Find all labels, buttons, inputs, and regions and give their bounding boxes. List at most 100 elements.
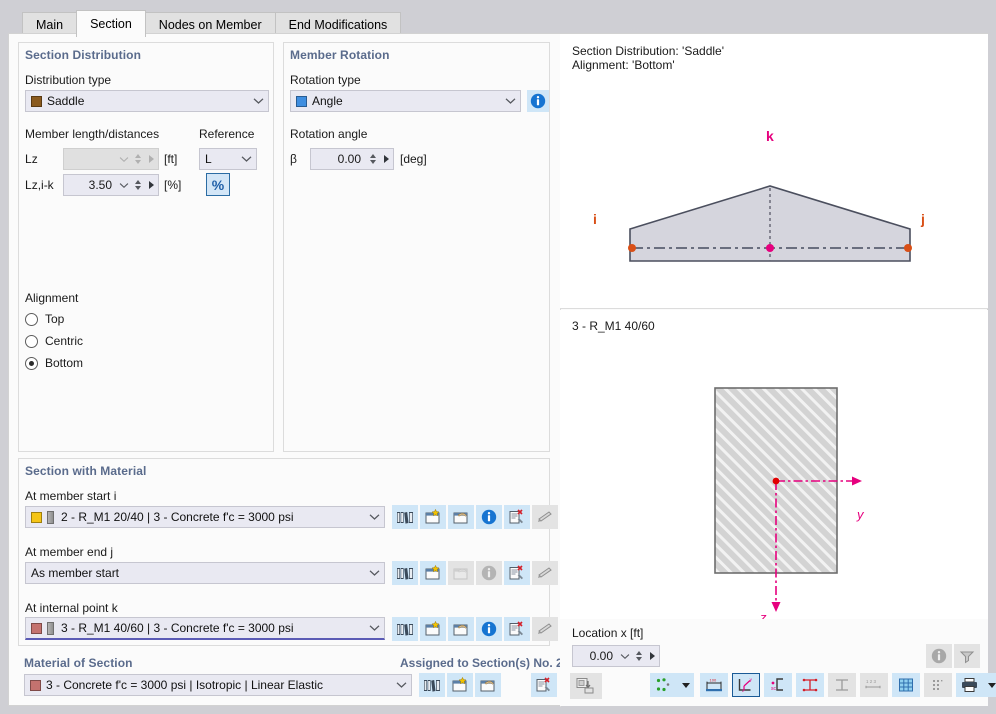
rotation-type-combo[interactable]: Angle: [290, 90, 521, 112]
dimensions-button-group[interactable]: 100: [700, 673, 728, 697]
beta-spin-field[interactable]: 0.00: [310, 148, 394, 170]
lzik-chevron-down-icon[interactable]: [117, 182, 131, 189]
new-material-icon: [452, 677, 467, 692]
tab-section-label: Section: [90, 17, 132, 31]
axis-system-button[interactable]: y z: [732, 673, 760, 697]
lz-chevron-down-icon[interactable]: [117, 156, 131, 163]
section-start-new-button[interactable]: [420, 505, 446, 529]
material-chevron-down-icon: [393, 675, 409, 695]
rotation-type-info-button[interactable]: [527, 90, 549, 112]
section-start-delete-button[interactable]: [504, 505, 530, 529]
grid-button[interactable]: [892, 673, 920, 697]
delete-section-icon: [509, 509, 523, 524]
lzik-unit: [%]: [164, 178, 182, 192]
print-dropdown[interactable]: [984, 673, 996, 697]
shear-center-button-group[interactable]: sc: [764, 673, 792, 697]
section-end-combo[interactable]: As member start: [25, 562, 385, 584]
dimensions-button[interactable]: 100: [700, 673, 728, 697]
section-internal-new-button[interactable]: [420, 617, 446, 641]
node-display-dropdown[interactable]: [678, 673, 694, 697]
alignment-bottom-radio[interactable]: [25, 356, 38, 370]
section-internal-pick-button[interactable]: [532, 617, 558, 641]
section-end-new-button[interactable]: [420, 561, 446, 585]
print-button-group[interactable]: [956, 673, 996, 697]
section-dimensions-button-group[interactable]: [796, 673, 824, 697]
at-member-end-label: At member end j: [25, 545, 114, 559]
reference-combo[interactable]: L: [199, 148, 257, 170]
lzik-label-main: L: [25, 178, 32, 192]
material-of-section-group: Material of Section Assigned to Section(…: [18, 654, 573, 698]
section-end-delete-button[interactable]: [504, 561, 530, 585]
location-x-stepper[interactable]: [632, 651, 645, 661]
material-import-button[interactable]: [475, 673, 501, 697]
node-j-label: j: [921, 211, 925, 227]
mesh-button[interactable]: [924, 673, 952, 697]
location-x-expand-arrow-icon[interactable]: [645, 652, 659, 660]
mesh-button-group[interactable]: [924, 673, 952, 697]
section-start-library-button[interactable]: [392, 505, 418, 529]
alignment-option-centric[interactable]: Centric: [25, 334, 83, 348]
beta-expand-arrow-icon[interactable]: [379, 155, 393, 163]
cross-section-graphic: [714, 387, 862, 612]
grid-button-group[interactable]: [892, 673, 920, 697]
material-new-button[interactable]: [447, 673, 473, 697]
section-internal-combo[interactable]: 3 - R_M1 40/60 | 3 - Concrete f'c = 3000…: [25, 617, 385, 640]
location-x-chevron-down-icon[interactable]: [618, 653, 632, 660]
section-start-pick-button[interactable]: [532, 505, 558, 529]
alignment-option-bottom[interactable]: Bottom: [25, 356, 83, 370]
section-distribution-group: Section Distribution Distribution type S…: [18, 42, 274, 452]
lz-spin-field[interactable]: [63, 148, 159, 170]
percent-toggle-button[interactable]: %: [206, 173, 230, 196]
export-view-button[interactable]: [570, 673, 602, 699]
axis-system-icon: y z: [738, 677, 753, 693]
section-internal-info-button[interactable]: [476, 617, 502, 641]
cross-section-view[interactable]: 3 - R_M1 40/60 y z: [560, 310, 988, 635]
member-elevation-view[interactable]: Section Distribution: 'Saddle' Alignment…: [560, 34, 988, 309]
section-end-library-button[interactable]: [392, 561, 418, 585]
lz-stepper[interactable]: [131, 154, 144, 164]
material-combo[interactable]: 3 - Concrete f'c = 3000 psi | Isotropic …: [24, 674, 412, 696]
distribution-type-combo[interactable]: Saddle: [25, 90, 269, 112]
view-info-button[interactable]: [926, 644, 952, 668]
numbering-button-group[interactable]: 1 2 3: [860, 673, 888, 697]
view-filter-button[interactable]: [954, 644, 980, 668]
numbering-button[interactable]: 1 2 3: [860, 673, 888, 697]
alignment-option-top[interactable]: Top: [25, 312, 64, 326]
print-button[interactable]: [956, 673, 984, 697]
alignment-top-radio[interactable]: [25, 312, 38, 326]
tab-section[interactable]: Section: [76, 10, 146, 37]
shear-center-button[interactable]: sc: [764, 673, 792, 697]
section-end-import-button[interactable]: [448, 561, 474, 585]
grid-icon: [899, 678, 913, 692]
section-internal-delete-button[interactable]: [504, 617, 530, 641]
section-internal-library-button[interactable]: [392, 617, 418, 641]
new-section-icon: [425, 565, 440, 580]
section-start-info-button[interactable]: [476, 505, 502, 529]
section-start-import-button[interactable]: [448, 505, 474, 529]
reference-chevron-down-icon: [238, 149, 254, 169]
export-view-icon: [576, 678, 594, 694]
section-outline-button[interactable]: [828, 673, 856, 697]
library-icon: [397, 624, 413, 636]
member-length-label: Member length/distances: [25, 127, 160, 141]
section-start-combo[interactable]: 2 - R_M1 20/40 | 3 - Concrete f'c = 3000…: [25, 506, 385, 528]
section-outline-button-group[interactable]: [828, 673, 856, 697]
section-internal-import-button[interactable]: [448, 617, 474, 641]
location-x-value: 0.00: [589, 649, 613, 663]
section-dimensions-button[interactable]: [796, 673, 824, 697]
lzik-spin-field[interactable]: 3.50: [63, 174, 159, 196]
axis-system-button-group[interactable]: y z: [732, 673, 760, 697]
node-display-group[interactable]: [650, 673, 694, 697]
reference-value: L: [205, 152, 212, 166]
location-x-spin-field[interactable]: 0.00: [572, 645, 660, 667]
lz-expand-arrow-icon[interactable]: [144, 155, 158, 163]
node-display-button[interactable]: [650, 673, 678, 697]
lzik-expand-arrow-icon[interactable]: [144, 181, 158, 189]
material-library-button[interactable]: [419, 673, 445, 697]
alignment-centric-radio[interactable]: [25, 334, 38, 348]
lzik-stepper[interactable]: [131, 180, 144, 190]
beta-stepper[interactable]: [366, 154, 379, 164]
material-delete-button[interactable]: [531, 673, 557, 697]
svg-text:y: y: [750, 677, 753, 682]
section-end-pick-button[interactable]: [532, 561, 558, 585]
